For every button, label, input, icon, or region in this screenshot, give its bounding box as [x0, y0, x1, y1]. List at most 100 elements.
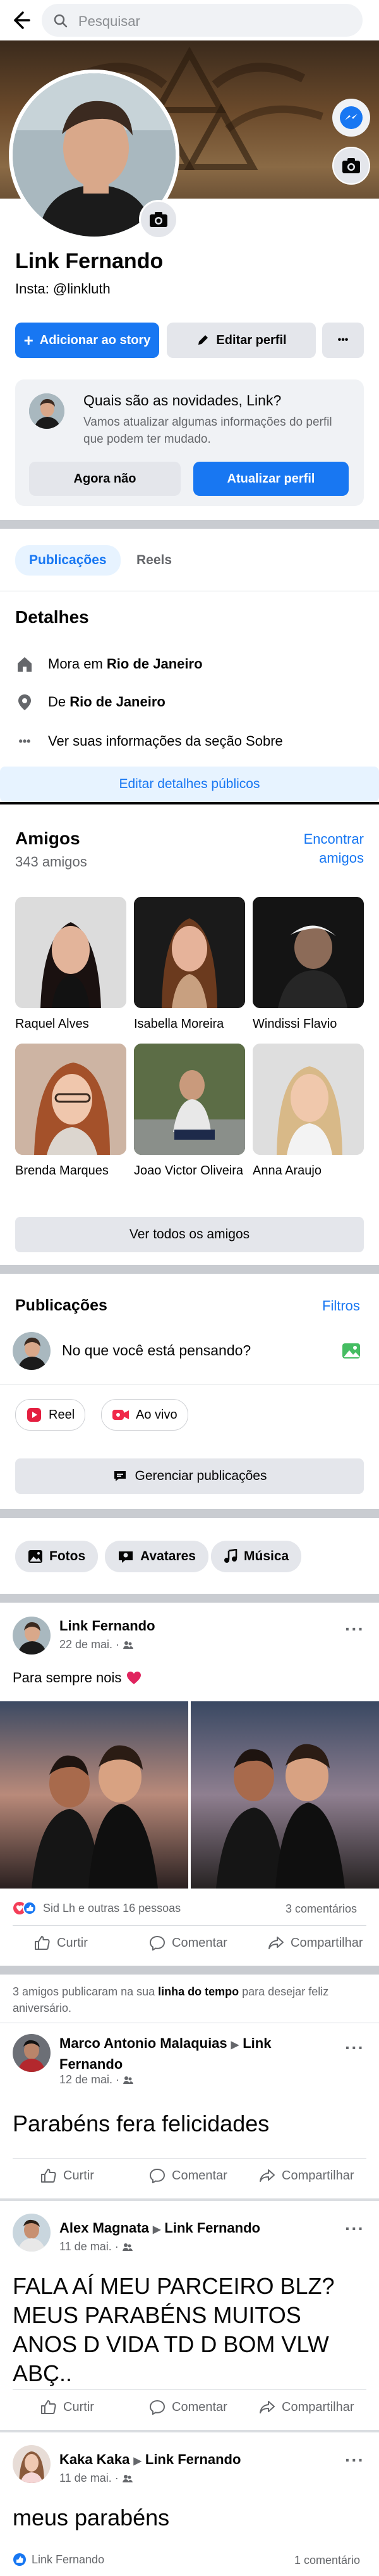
post-text: Para sempre nois	[13, 1670, 141, 1686]
chip-music[interactable]: Música	[211, 1541, 302, 1572]
from-text: De Rio de Janeiro	[48, 694, 165, 710]
post-options-icon[interactable]: ···	[345, 1619, 364, 1639]
reactions-summary[interactable]: Link Fernando	[13, 2553, 104, 2567]
chip-avatars[interactable]: Avatares	[105, 1541, 208, 1572]
post-date: 22 de mai. ·	[59, 1638, 120, 1651]
avatar[interactable]	[13, 2445, 51, 2483]
post-photo[interactable]	[0, 1701, 188, 1889]
profile-camera-icon[interactable]	[139, 200, 178, 239]
tab-reels[interactable]: Reels	[136, 553, 172, 568]
post-author[interactable]: Link Fernando	[59, 1618, 155, 1634]
comments-count[interactable]: 1 comentário	[294, 2554, 360, 2567]
add-story-button[interactable]: + Adicionar ao story	[15, 323, 159, 358]
comment-button[interactable]: Comentar	[149, 1935, 227, 1950]
detail-about[interactable]: ••• Ver suas informações da seção Sobre	[15, 729, 369, 754]
avatar[interactable]	[13, 2214, 51, 2252]
post-author[interactable]: Kaka Kaka	[59, 2451, 129, 2467]
like-label: Curtir	[63, 2400, 94, 2414]
more-options-button[interactable]: •••	[322, 323, 364, 358]
avatar[interactable]	[13, 2034, 51, 2072]
post-date: 11 de mai. ·	[59, 2472, 119, 2484]
avatar	[13, 1332, 51, 1370]
friend-photo[interactable]	[253, 1044, 364, 1155]
share-arrow-icon	[259, 2168, 275, 2183]
comment-button[interactable]: Comentar	[149, 2168, 227, 2183]
reaction-icons	[13, 1901, 38, 1915]
avatar[interactable]	[13, 1617, 51, 1655]
like-label: Curtir	[57, 1935, 88, 1950]
section-separator	[0, 802, 379, 804]
triangle-right-icon: ▶	[231, 2040, 239, 2050]
post-target[interactable]: Link Fernando	[164, 2220, 260, 2236]
comment-button[interactable]: Comentar	[149, 2400, 227, 2415]
divider	[13, 1925, 366, 1926]
music-note-icon	[224, 1549, 238, 1564]
search-placeholder: Pesquisar	[78, 13, 140, 29]
like-button[interactable]: Curtir	[40, 2400, 94, 2415]
post-meta: 11 de mai. ·	[59, 2472, 133, 2485]
about-link: Ver suas informações da seção Sobre	[48, 733, 283, 749]
messenger-icon[interactable]	[332, 99, 370, 137]
post-options-icon[interactable]: ···	[345, 2219, 364, 2239]
friend-photo[interactable]	[15, 897, 126, 1008]
update-profile-label: Atualizar perfil	[227, 471, 315, 486]
friends-audience-icon	[123, 2076, 134, 2085]
share-button[interactable]: Compartilhar	[259, 2400, 354, 2415]
photo-icon[interactable]	[341, 1341, 361, 1361]
friend-photo[interactable]	[134, 1044, 245, 1155]
search-input[interactable]: Pesquisar	[42, 4, 363, 37]
not-now-button[interactable]: Agora não	[29, 462, 181, 496]
manage-posts-button[interactable]: Gerenciar publicações	[15, 1458, 364, 1494]
post-photo[interactable]	[191, 1701, 379, 1889]
friend-name[interactable]: Raquel Alves	[15, 1016, 126, 1032]
timeline-link[interactable]: linha do tempo	[158, 1985, 239, 1998]
cover-camera-icon[interactable]	[332, 147, 370, 185]
chip-photos[interactable]: Fotos	[15, 1541, 99, 1572]
not-now-label: Agora não	[73, 471, 136, 486]
friend-photo[interactable]	[134, 897, 245, 1008]
edit-profile-label: Editar perfil	[216, 333, 287, 347]
back-arrow-icon[interactable]	[9, 9, 32, 32]
share-label: Compartilhar	[291, 1935, 363, 1950]
see-all-friends-button[interactable]: Ver todos os amigos	[15, 1217, 364, 1252]
comment-icon	[149, 1935, 165, 1950]
friend-name[interactable]: Isabella Moreira	[134, 1016, 245, 1032]
reel-button[interactable]: Reel	[15, 1399, 86, 1431]
thumbs-up-icon	[40, 2400, 57, 2415]
share-arrow-icon	[259, 2400, 275, 2415]
share-button[interactable]: Compartilhar	[268, 1935, 363, 1950]
like-button[interactable]: Curtir	[40, 2168, 94, 2183]
friend-photo[interactable]	[15, 1044, 126, 1155]
friend-photo[interactable]	[253, 897, 364, 1008]
friend-name[interactable]: Joao Victor Oliveira	[134, 1162, 245, 1179]
reel-icon	[26, 1407, 42, 1423]
section-separator	[0, 1966, 379, 1975]
comments-count[interactable]: 3 comentários	[286, 1902, 357, 1916]
lives-in-city: Rio de Janeiro	[106, 656, 203, 672]
reactions-summary[interactable]: Sid Lh e outras 16 pessoas	[13, 1901, 181, 1915]
share-label: Compartilhar	[282, 2400, 354, 2414]
like-button[interactable]: Curtir	[34, 1935, 88, 1950]
update-profile-button[interactable]: Atualizar perfil	[193, 462, 349, 496]
composer-input[interactable]: No que você está pensando?	[62, 1342, 251, 1359]
edit-public-details-button[interactable]: Editar detalhes públicos	[0, 767, 379, 802]
friend-name[interactable]: Brenda Marques	[15, 1162, 126, 1179]
tab-publicacoes[interactable]: Publicações	[15, 545, 121, 576]
post-author[interactable]: Marco Antonio Malaquias	[59, 2035, 227, 2051]
live-button[interactable]: Ao vivo	[101, 1399, 188, 1431]
thumbs-up-icon	[34, 1935, 51, 1950]
post-options-icon[interactable]: ···	[345, 2038, 364, 2058]
pencil-icon	[196, 333, 210, 347]
like-reaction-icon	[13, 2553, 27, 2567]
friend-name[interactable]: Anna Araujo	[253, 1162, 364, 1179]
share-button[interactable]: Compartilhar	[259, 2168, 354, 2183]
post-options-icon[interactable]: ···	[345, 2450, 364, 2470]
post-target[interactable]: Link Fernando	[145, 2451, 241, 2467]
comment-label: Comentar	[172, 2168, 227, 2183]
friend-name[interactable]: Windissi Flavio	[253, 1016, 364, 1032]
post-author[interactable]: Alex Magnata	[59, 2220, 149, 2236]
friends-audience-icon	[123, 1641, 134, 1649]
filters-link[interactable]: Filtros	[322, 1298, 360, 1314]
find-friends-link[interactable]: Encontrar amigos	[278, 830, 364, 868]
edit-profile-button[interactable]: Editar perfil	[167, 323, 316, 358]
